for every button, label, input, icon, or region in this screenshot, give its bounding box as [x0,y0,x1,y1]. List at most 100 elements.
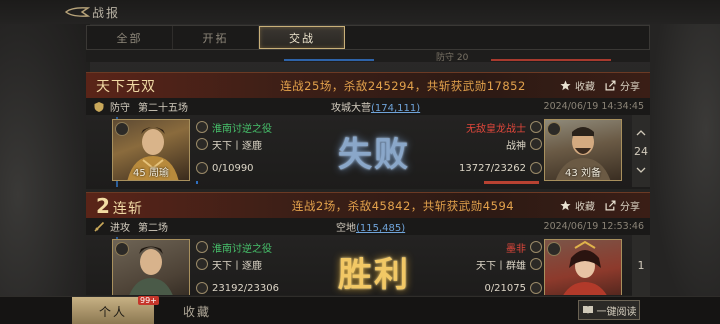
troops-icon [196,162,208,174]
favorite-label: 收藏 [575,82,595,93]
right-background [650,0,720,324]
battle-result: 胜利 [338,254,410,295]
defender-troops: 13727/23262 [459,162,526,174]
person-icon [530,121,542,133]
peek-left-bar [284,59,374,61]
battle-round: 第二十五场 [138,103,188,114]
top-bar: 战报 [0,0,720,24]
streak-label: 连斩 [112,200,143,217]
person-icon [530,241,542,253]
defender-level-name: 43 刘备 [565,168,601,179]
report-body: 淮南讨逆之役 天下丨逐鹿 23192/23306 胜利 墨非 天下丨群雄 0/2… [86,235,650,295]
troops-icon [196,282,208,294]
page-title: 战报 [92,5,121,20]
side-count-panel-1[interactable]: 24 [632,115,650,187]
peek-text: 防守 20 [436,53,469,62]
report-summary: 连战2场，杀敌45842，共斩获武勋4594 [291,198,515,213]
attacker-battle: 淮南讨逆之役 [212,123,272,135]
attacker-battle: 淮南讨逆之役 [212,243,272,255]
favorite-button[interactable]: 收藏 [560,198,595,213]
report-header: 天下无双 连战25场，杀敌245294，共斩获武勋17852 收藏 分享 [86,72,650,98]
defender-info: 无敌皇龙战士 战神 13727/23262 [454,119,542,177]
attacker-portrait[interactable] [112,239,190,295]
battle-type: 防守 [110,103,130,114]
left-background [0,0,90,324]
attacker-faction: 天下丨逐鹿 [212,260,262,272]
defender-name: 墨非 [506,243,526,255]
star-icon [560,200,571,211]
alliance-icon [530,258,542,270]
tab-favorites[interactable]: 收藏 [156,297,238,324]
read-all-label: 一键阅读 [596,306,637,318]
star-icon [560,80,571,91]
tab-all[interactable]: 全部 [87,26,173,49]
defender-info: 墨非 天下丨群雄 0/21075 [454,239,542,295]
favorite-button[interactable]: 收藏 [560,78,595,93]
location-coord-link[interactable]: (115,485) [356,223,405,234]
battle-result: 失败 [338,134,410,175]
share-button[interactable]: 分享 [605,78,640,93]
attacker-troops: 23192/23306 [212,282,279,294]
location-name: 攻城大营 [331,103,371,114]
report-subheader: 防守 第二十五场 攻城大营(174,111) 2024/06/19 14:34:… [86,98,650,115]
battle-report-card[interactable]: 2 连斩 连战2场，杀敌45842，共斩获武勋4594 收藏 分享 进攻 第二场 … [86,192,650,295]
rank-icon [530,138,542,150]
attacker-troop-bar [196,181,198,184]
battle-type: 进攻 [110,223,130,234]
general-figure-icon [129,246,173,295]
streak-number: 2 [96,193,111,218]
share-icon [605,80,616,91]
chevron-down-icon [636,167,646,173]
side-count-value: 24 [634,144,648,158]
attacker-level-name: 45 周瑜 [133,168,169,179]
attacker-info: 淮南讨逆之役 天下丨逐鹿 23192/23306 [196,239,279,295]
attacker-info: 淮南讨逆之役 天下丨逐鹿 0/10990 [196,119,272,177]
defender-faction: 天下丨群雄 [476,260,526,272]
shield-icon [92,100,106,114]
defender-portrait[interactable]: 43 刘备 [544,119,622,181]
side-count-value: 1 [637,259,645,272]
troops-icon [530,282,542,294]
battle-round: 第二场 [138,223,168,234]
previous-report-peek: 防守 20 [86,50,650,62]
attacker-portrait[interactable]: 45 周瑜 [112,119,190,181]
tab-expand[interactable]: 开拓 [173,26,259,49]
attacker-faction: 天下丨逐鹿 [212,140,262,152]
troops-icon [530,162,542,174]
defender-troop-bar [484,181,539,184]
share-icon [605,200,616,211]
defender-portrait[interactable] [544,239,622,295]
alliance-icon [196,138,208,150]
person-icon [196,121,208,133]
defender-name: 无敌皇龙战士 [466,123,526,135]
back-arrow-icon [64,7,90,17]
location-name: 空地 [336,223,356,234]
battle-report-card[interactable]: 天下无双 连战25场，杀敌245294，共斩获武勋17852 收藏 分享 防守 … [86,72,650,189]
bottom-bar: 个人 99+ 收藏 一键阅读 [0,296,720,324]
report-title: 天下无双 [96,78,156,95]
battle-time: 2024/06/19 12:53:46 [543,221,644,232]
share-button[interactable]: 分享 [605,198,640,213]
report-summary: 连战25场，杀敌245294，共斩获武勋17852 [280,78,526,93]
report-title: 2 连斩 [96,194,246,218]
person-icon [196,241,208,253]
sword-icon [92,220,106,234]
share-label: 分享 [620,82,640,93]
report-subheader: 进攻 第二场 空地(115,485) 2024/06/19 12:53:46 [86,218,650,235]
alliance-icon [196,258,208,270]
report-header: 2 连斩 连战2场，杀敌45842，共斩获武勋4594 收藏 分享 [86,192,650,218]
general-figure-icon [563,240,607,295]
book-icon [582,306,593,314]
favorite-label: 收藏 [575,202,595,213]
share-label: 分享 [620,202,640,213]
side-count-panel-2[interactable]: 1 [632,235,650,296]
back-button[interactable] [62,3,92,21]
battle-time: 2024/06/19 14:34:45 [543,101,644,112]
battle-location: 空地(115,485) [336,219,405,234]
location-coord-link[interactable]: (174,111) [371,103,420,114]
defender-troops: 0/21075 [484,282,526,294]
read-all-button[interactable]: 一键阅读 [578,300,640,320]
filter-tabs: 全部 开拓 交战 [86,25,650,50]
tab-battle[interactable]: 交战 [259,26,345,49]
attacker-troops: 0/10990 [212,162,254,174]
